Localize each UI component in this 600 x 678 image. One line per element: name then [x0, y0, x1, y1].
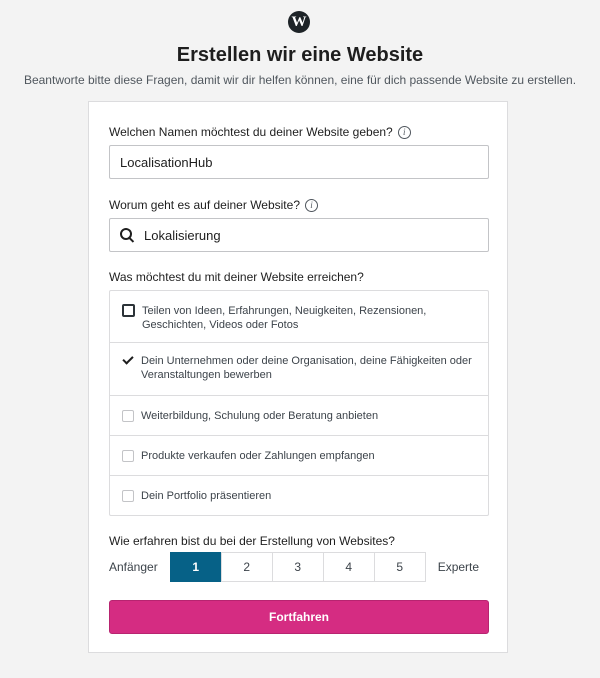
info-icon[interactable]: i	[397, 125, 411, 139]
goal-item-share-ideas[interactable]: Teilen von Ideen, Erfahrungen, Neuigkeit…	[110, 291, 488, 343]
scale-option-2[interactable]: 2	[220, 552, 273, 582]
goal-label: Dein Portfolio präsentieren	[141, 489, 272, 502]
scale-option-5[interactable]: 5	[373, 552, 426, 582]
topic-search-input[interactable]: Lokalisierung	[109, 218, 489, 252]
goal-label: Dein Unternehmen oder deine Organisation…	[141, 355, 472, 381]
scale-option-3[interactable]: 3	[271, 552, 324, 582]
site-name-value: LocalisationHub	[120, 154, 213, 170]
goal-item-portfolio[interactable]: Dein Portfolio präsentieren	[110, 476, 488, 515]
site-name-label-row: Welchen Namen möchtest du deiner Website…	[109, 125, 411, 139]
topic-label: Worum geht es auf deiner Website?	[109, 198, 300, 212]
topic-value: Lokalisierung	[144, 227, 221, 243]
goal-label: Teilen von Ideen, Erfahrungen, Neuigkeit…	[142, 305, 427, 331]
experience-scale: Anfänger 1 2 3 4 5 Experte	[109, 552, 489, 582]
goal-item-education[interactable]: Weiterbildung, Schulung oder Beratung an…	[110, 396, 488, 436]
scale-option-1[interactable]: 1	[169, 552, 222, 582]
wordpress-logo-icon: W	[288, 11, 310, 33]
search-icon	[120, 228, 135, 243]
page-subtitle: Beantworte bitte diese Fragen, damit wir…	[23, 73, 577, 87]
goal-checkbox-checked[interactable]	[122, 354, 134, 366]
goal-item-promote-business[interactable]: Dein Unternehmen oder deine Organisation…	[110, 343, 488, 396]
goal-item-sell-products[interactable]: Produkte verkaufen oder Zahlungen empfan…	[110, 436, 488, 476]
site-setup-form: Welchen Namen möchtest du deiner Website…	[88, 101, 508, 653]
scale-min-label: Anfänger	[109, 560, 158, 574]
site-name-label: Welchen Namen möchtest du deiner Website…	[109, 125, 393, 139]
goals-label: Was möchtest du mit deiner Website errei…	[109, 270, 364, 284]
site-name-input[interactable]: LocalisationHub	[109, 145, 489, 179]
experience-label: Wie erfahren bist du bei der Erstellung …	[109, 534, 395, 548]
continue-button[interactable]: Fortfahren	[109, 600, 489, 634]
info-icon[interactable]: i	[305, 198, 318, 212]
topic-label-row: Worum geht es auf deiner Website? i	[109, 198, 318, 212]
page-title: Erstellen wir eine Website	[176, 44, 424, 66]
goal-checkbox[interactable]	[122, 409, 134, 422]
scale-button-group: 1 2 3 4 5	[169, 552, 426, 582]
goal-checkbox[interactable]	[122, 449, 134, 462]
goal-checkbox[interactable]	[122, 489, 134, 502]
goals-checklist: Teilen von Ideen, Erfahrungen, Neuigkeit…	[109, 290, 489, 516]
goal-checkbox[interactable]	[122, 304, 135, 317]
goal-label: Produkte verkaufen oder Zahlungen empfan…	[141, 449, 375, 462]
scale-option-4[interactable]: 4	[322, 552, 375, 582]
goal-label: Weiterbildung, Schulung oder Beratung an…	[141, 409, 379, 422]
scale-max-label: Experte	[437, 560, 480, 574]
